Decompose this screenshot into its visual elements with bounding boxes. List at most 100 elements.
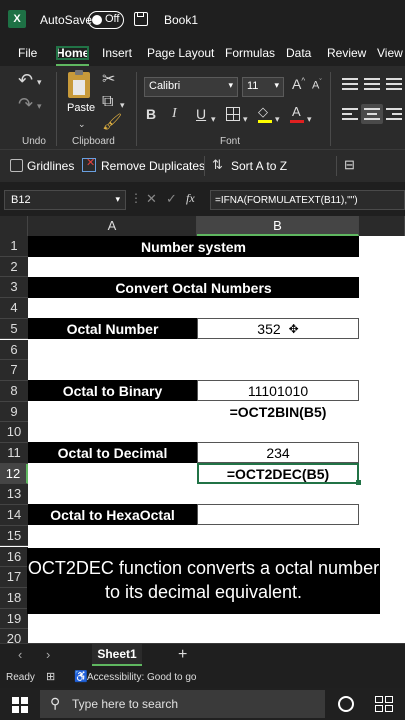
menu-review[interactable]: Review: [327, 46, 366, 60]
more-options-icon[interactable]: ⋮: [130, 191, 142, 205]
add-sheet-icon[interactable]: +: [178, 646, 187, 664]
bold-button[interactable]: B: [146, 106, 156, 122]
row-header[interactable]: 1: [0, 236, 28, 257]
octal-to-hexaoctal-cell[interactable]: [197, 504, 359, 525]
insert-function-button[interactable]: fx: [186, 191, 195, 206]
formula-input[interactable]: =IFNA(FORMULATEXT(B11),""): [210, 190, 405, 210]
borders-dropdown-icon[interactable]: ▾: [243, 111, 248, 127]
row-header[interactable]: 17: [0, 567, 28, 588]
subtitle-banner[interactable]: Convert Octal Numbers: [28, 277, 359, 298]
remove-duplicates-icon[interactable]: ✕: [82, 157, 96, 172]
accessibility-icon[interactable]: ♿: [74, 670, 88, 683]
align-middle-icon[interactable]: [364, 78, 380, 90]
binary-formula-cell[interactable]: =OCT2BIN(B5): [197, 401, 359, 422]
octal-to-binary-cell[interactable]: 11101010: [197, 380, 359, 401]
octal-to-decimal-label[interactable]: Octal to Decimal: [28, 442, 197, 463]
align-bottom-icon[interactable]: [386, 78, 402, 90]
underline-dropdown-icon[interactable]: ▾: [211, 111, 216, 127]
column-header-b[interactable]: B: [197, 216, 359, 236]
octal-number-cell[interactable]: 352 ✥: [197, 318, 359, 339]
row-header[interactable]: 12: [0, 463, 28, 485]
octal-number-label[interactable]: Octal Number: [28, 318, 197, 339]
row-header[interactable]: 4: [0, 298, 28, 319]
octal-to-hexaoctal-label[interactable]: Octal to HexaOctal: [28, 504, 197, 525]
fill-color-icon[interactable]: ◇: [258, 104, 272, 123]
row-header[interactable]: 13: [0, 484, 28, 506]
redo-dropdown-icon[interactable]: ▾: [37, 98, 42, 114]
taskbar-search[interactable]: ⚲ Type here to search: [40, 690, 325, 718]
borders-icon[interactable]: [226, 107, 240, 121]
row-header[interactable]: 6: [0, 339, 28, 361]
italic-button[interactable]: I: [172, 106, 177, 122]
sort-az-icon[interactable]: ⇅: [212, 157, 223, 173]
row-header[interactable]: 16: [0, 546, 28, 568]
format-painter-icon[interactable]: 🖌: [102, 115, 122, 131]
name-box[interactable]: B12 ▾: [4, 190, 126, 210]
column-header-a[interactable]: A: [28, 216, 197, 236]
row-header[interactable]: 3: [0, 277, 28, 299]
octal-to-binary-label[interactable]: Octal to Binary: [28, 380, 197, 401]
font-color-dropdown-icon[interactable]: ▾: [307, 111, 312, 127]
remove-duplicates-button[interactable]: Remove Duplicates: [101, 159, 205, 173]
paste-label[interactable]: Paste: [67, 102, 95, 114]
copy-dropdown-icon[interactable]: ▾: [120, 97, 125, 113]
autosave-toggle[interactable]: Off: [88, 11, 124, 29]
font-size-select[interactable]: 11 ▾: [242, 77, 284, 97]
menu-data[interactable]: Data: [286, 46, 311, 60]
enter-icon[interactable]: ✓: [166, 191, 177, 207]
column-header-c[interactable]: [359, 216, 405, 236]
redo-icon[interactable]: ↷: [18, 95, 33, 113]
title-banner[interactable]: Number system: [28, 236, 359, 257]
gridlines-label[interactable]: Gridlines: [27, 159, 74, 173]
row-header[interactable]: 5: [0, 318, 28, 340]
row-header[interactable]: 8: [0, 380, 28, 402]
align-right-icon[interactable]: [386, 108, 402, 120]
align-top-icon[interactable]: [342, 78, 358, 90]
windows-start-icon[interactable]: [12, 697, 28, 713]
octal-to-decimal-cell[interactable]: 234: [197, 442, 359, 463]
save-icon[interactable]: [134, 12, 148, 26]
menu-file[interactable]: File: [18, 46, 37, 60]
decrease-font-icon[interactable]: Aˇ: [312, 79, 322, 92]
paste-dropdown-icon[interactable]: ⌄: [78, 116, 86, 132]
sheet-tab-sheet1[interactable]: Sheet1: [92, 644, 142, 666]
row-header[interactable]: 10: [0, 422, 28, 443]
cortana-icon[interactable]: [338, 696, 354, 712]
menu-view[interactable]: View: [377, 46, 403, 60]
align-left-icon[interactable]: [342, 108, 358, 120]
fill-dropdown-icon[interactable]: ▾: [275, 111, 280, 127]
gridlines-checkbox[interactable]: [10, 159, 23, 172]
align-center-icon[interactable]: [361, 104, 383, 124]
decimal-formula-cell[interactable]: =OCT2DEC(B5): [197, 463, 359, 484]
next-sheet-icon[interactable]: ›: [46, 647, 50, 662]
row-header[interactable]: 14: [0, 505, 28, 526]
paste-icon[interactable]: [68, 70, 90, 98]
accessibility-status[interactable]: Accessibility: Good to go: [87, 672, 197, 683]
row-header[interactable]: 2: [0, 256, 28, 278]
row-header[interactable]: 19: [0, 608, 28, 630]
increase-font-icon[interactable]: A^: [292, 76, 305, 92]
undo-dropdown-icon[interactable]: ▾: [37, 74, 42, 90]
row-header[interactable]: 11: [0, 443, 28, 464]
select-all-corner[interactable]: [0, 216, 28, 236]
cancel-icon[interactable]: ✕: [146, 191, 157, 207]
row-header[interactable]: 15: [0, 525, 28, 547]
customize-icon[interactable]: ⊟: [344, 157, 355, 173]
menu-page-layout[interactable]: Page Layout: [147, 46, 214, 60]
menu-formulas[interactable]: Formulas: [225, 46, 275, 60]
copy-icon[interactable]: ⧉: [102, 94, 113, 110]
row-header[interactable]: 18: [0, 587, 28, 609]
row-header[interactable]: 9: [0, 401, 28, 423]
undo-icon[interactable]: ↶: [18, 71, 33, 89]
font-name-select[interactable]: Calibri ▾: [144, 77, 238, 97]
menu-home[interactable]: Home: [56, 46, 90, 66]
underline-button[interactable]: U: [196, 106, 206, 122]
task-view-icon[interactable]: [375, 696, 393, 712]
menu-insert[interactable]: Insert: [102, 46, 132, 60]
cut-icon[interactable]: ✂: [102, 72, 115, 88]
prev-sheet-icon[interactable]: ‹: [18, 647, 22, 662]
macro-record-icon[interactable]: ⊞: [46, 670, 55, 683]
sort-a-to-z-button[interactable]: Sort A to Z: [231, 159, 287, 173]
row-header[interactable]: 7: [0, 360, 28, 381]
fill-handle[interactable]: [356, 480, 361, 485]
